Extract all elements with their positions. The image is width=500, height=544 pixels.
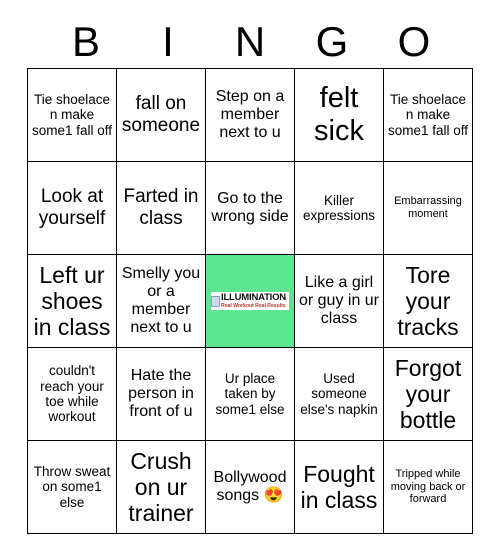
bingo-cell[interactable]: Step on a member next to u <box>205 68 295 162</box>
bingo-cell[interactable]: Tie shoelace n make some1 fall off <box>383 68 473 162</box>
bingo-cell[interactable]: Crush on ur trainer <box>116 440 206 534</box>
header-letter-b: B <box>71 18 100 65</box>
bingo-cell[interactable]: Like a girl or guy in ur class <box>294 254 384 348</box>
bingo-header: B I N G O <box>45 0 455 66</box>
bingo-cell-free-space[interactable]: ILLUMINATION Real Workout Real Results <box>205 254 295 348</box>
bingo-cell[interactable]: Forgot your bottle <box>383 347 473 441</box>
logo-box: ILLUMINATION Real Workout Real Results <box>211 292 289 310</box>
bingo-card: B I N G O Tie shoelace n make some1 fall… <box>0 0 500 544</box>
bingo-cell[interactable]: felt sick <box>294 68 384 162</box>
bingo-cell[interactable]: Used someone else's napkin <box>294 347 384 441</box>
bingo-cell[interactable]: Smelly you or a member next to u <box>116 254 206 348</box>
header-letter-n: N <box>234 18 266 65</box>
bingo-cell[interactable]: fall on someone <box>116 68 206 162</box>
bingo-cell[interactable]: Bollywood songs 😍 <box>205 440 295 534</box>
bingo-grid: Tie shoelace n make some1 fall off fall … <box>27 68 473 534</box>
logo-name: ILLUMINATION <box>221 292 286 303</box>
bingo-row: Left ur shoes in class Smelly you or a m… <box>27 254 473 348</box>
bingo-row: Tie shoelace n make some1 fall off fall … <box>27 68 473 162</box>
bingo-cell[interactable]: Go to the wrong side <box>205 161 295 255</box>
bingo-cell[interactable]: Farted in class <box>116 161 206 255</box>
bingo-row: Look at yourself Farted in class Go to t… <box>27 161 473 255</box>
bingo-row: Throw sweat on some1 else Crush on ur tr… <box>27 440 473 534</box>
bingo-cell[interactable]: Fought in class <box>294 440 384 534</box>
logo-text: ILLUMINATION Real Workout Real Results <box>221 292 286 310</box>
header-letter-o: O <box>397 18 431 65</box>
bingo-cell[interactable]: couldn't reach your toe while workout <box>27 347 117 441</box>
bingo-cell[interactable]: Throw sweat on some1 else <box>27 440 117 534</box>
bingo-cell[interactable]: Tore your tracks <box>383 254 473 348</box>
illumination-logo: ILLUMINATION Real Workout Real Results <box>211 292 289 310</box>
logo-tagline: Real Workout Real Results <box>221 303 286 309</box>
bingo-cell[interactable]: Ur place taken by some1 else <box>205 347 295 441</box>
bingo-cell[interactable]: Look at yourself <box>27 161 117 255</box>
bingo-row: couldn't reach your toe while workout Ha… <box>27 347 473 441</box>
bingo-cell[interactable]: Embarrassing moment <box>383 161 473 255</box>
bingo-cell[interactable]: Tripped while moving back or forward <box>383 440 473 534</box>
bingo-cell[interactable]: Hate the person in front of u <box>116 347 206 441</box>
bingo-cell[interactable]: Killer expressions <box>294 161 384 255</box>
header-letter-g: G <box>315 18 349 65</box>
bingo-cell[interactable]: Tie shoelace n make some1 fall off <box>27 68 117 162</box>
bingo-cell[interactable]: Left ur shoes in class <box>27 254 117 348</box>
logo-mark-icon <box>211 295 220 307</box>
header-letter-i: I <box>162 18 174 65</box>
